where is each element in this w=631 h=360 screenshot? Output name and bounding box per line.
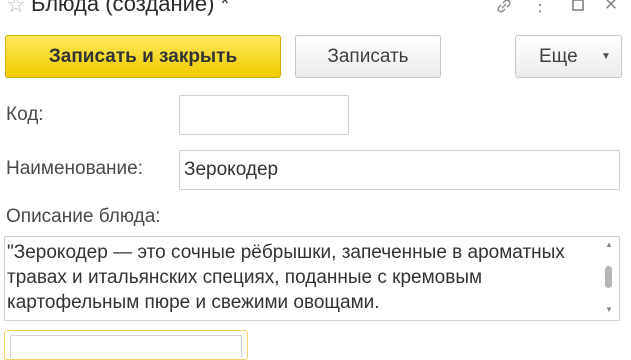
- write-and-close-button[interactable]: Записать и закрыть: [5, 35, 281, 78]
- scroll-up-icon[interactable]: ▲: [605, 240, 613, 249]
- scroll-down-icon[interactable]: ▼: [605, 305, 613, 314]
- link-icon[interactable]: [494, 0, 514, 15]
- description-scrollbar[interactable]: ▲ ▼: [602, 239, 616, 318]
- code-input[interactable]: [179, 95, 349, 135]
- more-menu-icon[interactable]: ⋮: [530, 0, 550, 15]
- name-label: Наименование:: [6, 158, 143, 179]
- scroll-thumb[interactable]: [605, 266, 612, 288]
- write-button[interactable]: Записать: [295, 35, 441, 78]
- star-icon[interactable]: ☆: [6, 0, 26, 16]
- more-button-label: Еще: [539, 46, 578, 67]
- window-title: Блюда (создание) *: [31, 0, 230, 16]
- focused-field-input[interactable]: [10, 335, 242, 358]
- description-text: "Зерокодер — это сочные рёбрышки, запече…: [7, 242, 565, 313]
- code-label: Код:: [6, 104, 44, 125]
- chevron-down-icon: ▼: [601, 51, 611, 62]
- maximize-icon[interactable]: [568, 0, 588, 15]
- focused-field-frame[interactable]: [4, 330, 248, 360]
- description-textarea[interactable]: "Зерокодер — это сочные рёбрышки, запече…: [4, 236, 620, 321]
- close-icon[interactable]: ✕: [601, 0, 621, 15]
- name-input[interactable]: Зерокодер: [179, 150, 620, 190]
- description-label: Описание блюда:: [6, 206, 161, 227]
- more-button[interactable]: Еще ▼: [515, 35, 622, 78]
